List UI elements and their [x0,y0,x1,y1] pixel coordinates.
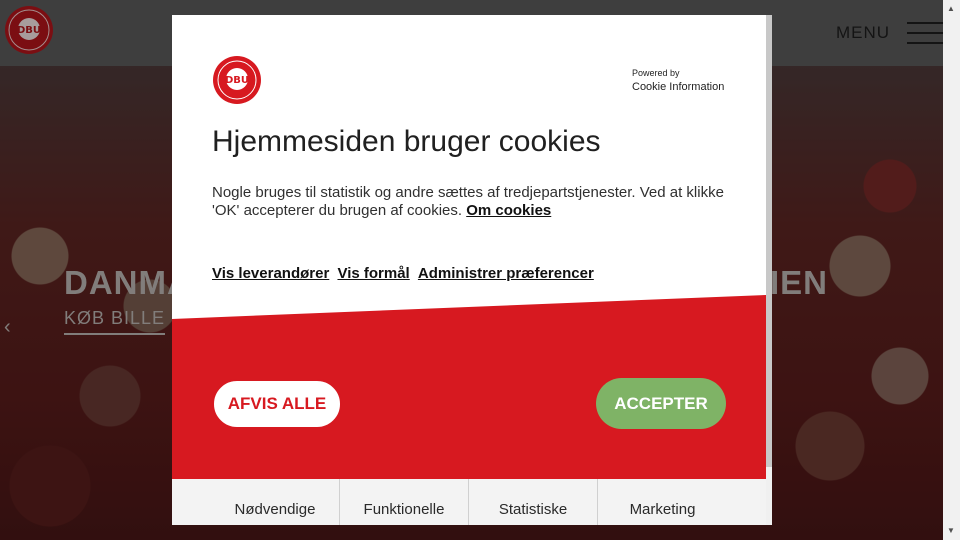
dialog-title: Hjemmesiden bruger cookies [212,125,601,158]
reject-all-button[interactable]: AFVIS ALLE [212,379,342,429]
dialog-links: Vis leverandører Vis formål Administrer … [212,265,598,282]
manage-preferences-link[interactable]: Administrer præferencer [418,265,594,282]
powered-by: Powered by Cookie Information [632,68,724,93]
show-purposes-link[interactable]: Vis formål [337,265,409,282]
category-tabs: Nødvendige Funktionelle Statistiske Mark… [172,479,766,525]
provider-name: Cookie Information [632,81,725,93]
page-scrollbar[interactable]: ▲ ▼ [943,0,960,540]
show-vendors-link[interactable]: Vis leverandører [212,265,329,282]
powered-by-label: Powered by [632,68,680,78]
scroll-down-icon[interactable]: ▼ [947,526,955,535]
about-cookies-link[interactable]: Om cookies [466,202,551,219]
dialog-body: Nogle bruges til statistik og andre sætt… [212,184,732,220]
svg-text:DBU: DBU [225,75,249,86]
cookie-consent-dialog: DBU Powered by Cookie Information Hjemme… [172,15,772,525]
tab-necessary[interactable]: Nødvendige [211,479,340,525]
dialog-scrollbar-thumb[interactable] [766,15,772,467]
accept-button[interactable]: ACCEPTER [596,378,726,429]
tab-statistics[interactable]: Statistiske [469,479,598,525]
tab-functional[interactable]: Funktionelle [340,479,469,525]
scroll-up-icon[interactable]: ▲ [947,4,955,13]
dbu-logo-icon: DBU [213,56,261,104]
tab-marketing[interactable]: Marketing [598,479,727,525]
